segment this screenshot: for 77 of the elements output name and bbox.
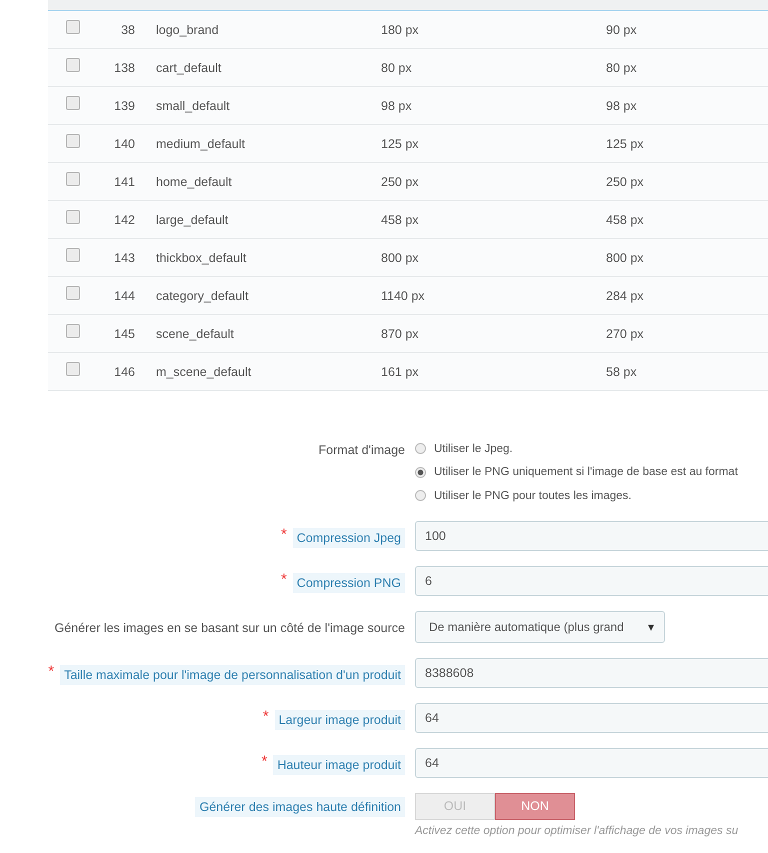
table-cell: 458 px <box>606 212 644 226</box>
row-checkbox[interactable] <box>66 362 80 376</box>
table-cell: 800 px <box>606 250 644 264</box>
input-field[interactable]: 64 <box>415 748 768 778</box>
required-mark: * <box>280 572 287 586</box>
radio-label: Utiliser le Jpeg. <box>434 442 513 455</box>
field-label: Compression Jpeg <box>292 528 405 548</box>
table-cell-text: 144 <box>113 288 135 302</box>
table-cell-text: 140 <box>113 136 135 150</box>
table-cell-text: 800 px <box>381 250 420 264</box>
table-cell-text: 145 <box>113 326 135 340</box>
row-checkbox[interactable] <box>66 58 80 72</box>
table-cell-text: 80 px <box>381 60 413 74</box>
radio-button[interactable] <box>415 443 426 454</box>
table-cell-text: 139 <box>113 98 135 112</box>
field-label: Compression PNG <box>292 572 405 592</box>
radio-button[interactable] <box>415 466 426 478</box>
table-cell-text: cart_default <box>156 60 222 74</box>
table-cell-text: 141 <box>113 174 135 188</box>
row-checkbox[interactable] <box>66 134 80 148</box>
required-mark: * <box>262 710 269 724</box>
table-cell-text: 98 px <box>381 98 413 112</box>
table-cell: 90 px <box>606 22 637 36</box>
table-cell-text: m_scene_default <box>156 364 252 378</box>
select-dropdown[interactable]: De manière automatique (plus grand ▾ <box>415 610 665 642</box>
input-field[interactable]: 100 <box>415 520 768 550</box>
required-mark: * <box>48 664 54 678</box>
table-cell-text: 146 <box>113 364 135 378</box>
table-cell-text: 138 <box>113 60 135 74</box>
row-checkbox[interactable] <box>66 248 80 262</box>
table-cell-text: 180 px <box>381 22 420 36</box>
table-cell-text: small_default <box>156 98 231 112</box>
table-cell: 250 px <box>606 174 644 188</box>
radio-label: Utiliser le PNG uniquement si l'image de base est au format <box>434 466 738 478</box>
table-cell-text: 125 px <box>381 136 420 150</box>
required-mark: * <box>261 754 268 768</box>
table-cell-text: 250 px <box>381 174 420 188</box>
input-field[interactable]: 64 <box>415 702 768 732</box>
field-label: Largeur image produit <box>274 710 405 730</box>
row-checkbox[interactable] <box>66 20 80 34</box>
field-label: Taille maximale pour l'image de personnalisation d'un produit <box>60 664 405 684</box>
table-cell: 58 px <box>606 364 637 378</box>
table-cell-text: home_default <box>156 174 233 188</box>
table-cell-text: scene_default <box>156 326 235 340</box>
table-cell: 125 px <box>606 136 644 150</box>
field-label: Hauteur image produit <box>273 754 405 774</box>
input-field[interactable]: 8388608 <box>415 658 768 688</box>
table-cell-text: medium_default <box>156 136 246 150</box>
row-checkbox[interactable] <box>66 324 80 338</box>
table-cell-text: 161 px <box>381 364 420 378</box>
table-cell-text: 142 <box>113 212 135 226</box>
table-cell: 80 px <box>606 60 637 74</box>
table-cell-text: logo_brand <box>156 22 220 36</box>
table-cell-text: thickbox_default <box>156 250 248 264</box>
field-label: Générer des images haute définition <box>195 796 405 816</box>
row-checkbox[interactable] <box>66 96 80 110</box>
caret-icon: ▾ <box>648 620 654 634</box>
radio-label: Utiliser le PNG pour toutes les images. <box>434 490 632 502</box>
table-cell-text: 870 px <box>381 326 420 340</box>
table-cell-text: category_default <box>156 288 250 302</box>
table-cell: 284 px <box>606 288 644 302</box>
table-cell-text: 1140 px <box>381 288 426 302</box>
help-text: Activez cette option pour optimiser l'affichage de vos images su <box>415 824 740 836</box>
row-checkbox[interactable] <box>66 210 80 224</box>
field-label: Générer les images en se basant sur un côté de l'image source <box>54 620 405 636</box>
field-label: Format d'image <box>318 442 405 458</box>
table-cell-text: 38 <box>120 22 135 36</box>
required-mark: * <box>280 528 287 542</box>
row-checkbox[interactable] <box>66 286 80 300</box>
table-cell-text: 143 <box>113 250 135 264</box>
row-checkbox[interactable] <box>66 172 80 186</box>
input-field[interactable]: 6 <box>415 566 768 596</box>
table-cell-text: 458 px <box>381 212 420 226</box>
table-cell: 270 px <box>606 326 644 340</box>
table-cell: 98 px <box>606 98 637 112</box>
radio-button[interactable] <box>415 490 426 502</box>
table-cell-text: large_default <box>156 212 230 226</box>
